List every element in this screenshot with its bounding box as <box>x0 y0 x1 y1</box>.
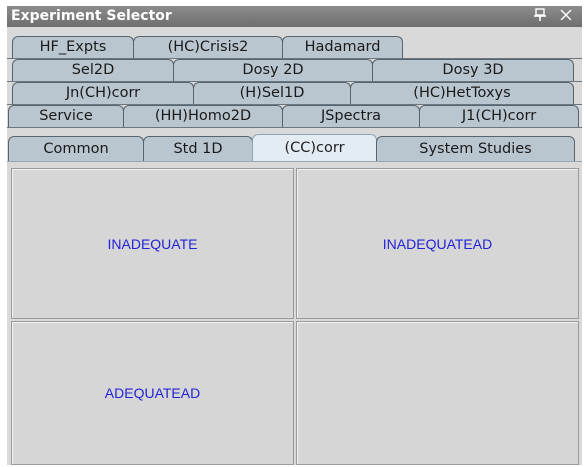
experiment-grid: INADEQUATE INADEQUATEAD ADEQUATEAD <box>7 161 582 465</box>
tab-dosy-3d[interactable]: Dosy 3D <box>372 59 574 82</box>
close-glyph <box>560 9 572 21</box>
tab-cc-corr[interactable]: (CC)corr <box>252 134 377 162</box>
panel-title: Experiment Selector <box>11 8 172 24</box>
tab-sel2d[interactable]: Sel2D <box>12 59 174 82</box>
tab-hc-hettoxys[interactable]: (HC)HetToxys <box>350 82 574 105</box>
experiment-selector-panel: Experiment Selector HF_Expts (HC)Crisis2… <box>7 6 582 465</box>
tab-jspectra[interactable]: JSpectra <box>282 105 420 128</box>
tab-j1-ch-corr[interactable]: J1(CH)corr <box>419 105 579 128</box>
tab-jn-ch-corr[interactable]: Jn(CH)corr <box>12 82 194 105</box>
tab-system-studies[interactable]: System Studies <box>376 136 575 161</box>
tab-service[interactable]: Service <box>8 105 124 128</box>
tab-dosy-2d[interactable]: Dosy 2D <box>173 59 373 82</box>
tab-hadamard[interactable]: Hadamard <box>282 36 403 59</box>
title-bar[interactable]: Experiment Selector <box>7 6 582 27</box>
experiment-button-inadequate[interactable]: INADEQUATE <box>11 168 294 319</box>
tab-hh-homo2d[interactable]: (HH)Homo2D <box>123 105 283 128</box>
experiment-button-adequatead[interactable]: ADEQUATEAD <box>11 321 294 465</box>
tab-hc-crisis2[interactable]: (HC)Crisis2 <box>133 36 283 59</box>
pin-icon[interactable] <box>534 8 546 27</box>
pin-glyph <box>534 8 546 21</box>
experiment-button-inadequatead[interactable]: INADEQUATEAD <box>296 168 579 319</box>
tab-common[interactable]: Common <box>8 136 144 161</box>
tab-h-sel1d[interactable]: (H)Sel1D <box>193 82 351 105</box>
tab-std-1d[interactable]: Std 1D <box>143 136 253 161</box>
experiment-button-empty <box>296 321 579 465</box>
tab-row-divider <box>7 127 582 128</box>
tab-hf-expts[interactable]: HF_Expts <box>12 36 134 59</box>
close-icon[interactable] <box>560 8 572 24</box>
tab-strip: HF_Expts (HC)Crisis2 Hadamard Sel2D Dosy… <box>7 27 582 162</box>
